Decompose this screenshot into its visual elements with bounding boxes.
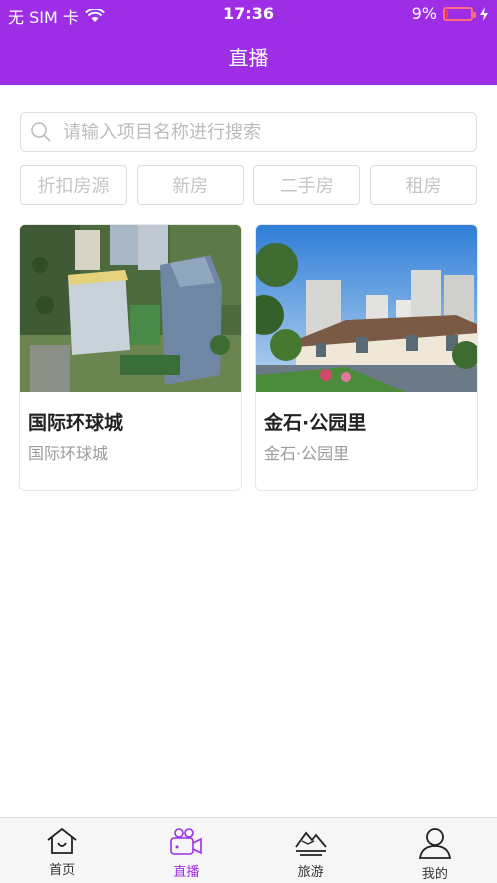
search-input[interactable] xyxy=(63,121,443,143)
tab-travel-label: 旅游 xyxy=(297,865,324,880)
property-title: 国际环球城 xyxy=(28,412,124,434)
search-box[interactable] xyxy=(20,112,477,152)
property-subtitle: 金石·公园里 xyxy=(264,444,350,463)
filter-discount[interactable]: 折扣房源 xyxy=(20,165,127,205)
property-image[interactable] xyxy=(256,225,477,392)
tab-live[interactable]: 直播 xyxy=(124,818,248,883)
search-icon xyxy=(31,122,51,142)
mountain-icon xyxy=(294,831,327,856)
filter-new-house[interactable]: 新房 xyxy=(136,165,244,205)
tab-mine[interactable]: 我的 xyxy=(373,818,497,883)
property-title: 金石·公园里 xyxy=(264,412,367,434)
property-card[interactable]: 国际环球城 国际环球城 xyxy=(19,224,242,491)
home-icon xyxy=(47,827,77,854)
tab-travel[interactable]: 旅游 xyxy=(249,818,373,883)
person-icon xyxy=(418,828,451,859)
tab-home-label: 首页 xyxy=(49,863,76,878)
battery-icon xyxy=(443,6,476,21)
filter-second-hand[interactable]: 二手房 xyxy=(253,165,361,205)
tab-bar: 首页 直播 旅游 我的 xyxy=(0,817,497,883)
property-image[interactable] xyxy=(20,225,241,392)
battery-level xyxy=(446,9,448,18)
battery-percent: 9% xyxy=(411,4,437,23)
property-subtitle: 国际环球城 xyxy=(28,444,109,463)
tab-home[interactable]: 首页 xyxy=(0,818,124,883)
status-bar: 无 SIM 卡 17:36 9% xyxy=(0,0,497,28)
filter-rent[interactable]: 租房 xyxy=(369,165,477,205)
tab-mine-label: 我的 xyxy=(421,867,448,882)
tab-live-label: 直播 xyxy=(173,865,200,880)
header: 无 SIM 卡 17:36 9% 直播 xyxy=(0,0,497,85)
video-camera-icon xyxy=(170,828,203,855)
property-card[interactable]: 金石·公园里 金石·公园里 xyxy=(255,224,478,491)
page-title: 直播 xyxy=(228,46,269,70)
charging-icon xyxy=(480,6,488,21)
status-right: 9% xyxy=(412,4,489,23)
filter-bar: 折扣房源 新房 二手房 租房 xyxy=(20,165,477,205)
